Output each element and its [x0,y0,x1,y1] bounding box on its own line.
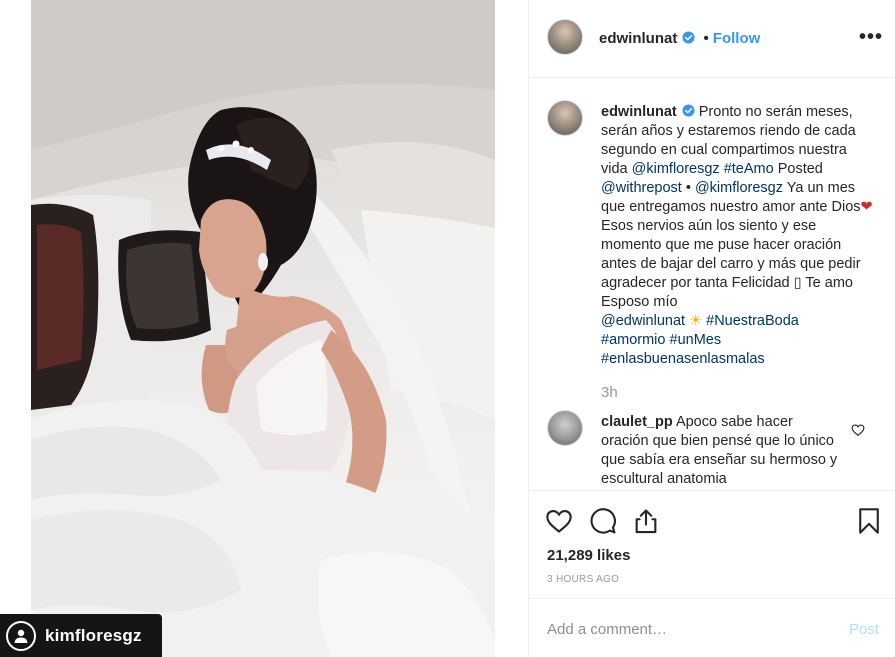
hashtag-teamo[interactable]: #teAmo [724,161,774,177]
author-avatar[interactable] [547,19,583,55]
likes-count[interactable]: 21,289 likes [547,547,630,564]
comment-item: claulet_pp Apoco sabe hacer oración que … [601,413,841,489]
hashtag-amormio[interactable]: #amormio [601,332,665,348]
commenter-username[interactable]: claulet_pp [601,414,673,430]
hashtag-unmes[interactable]: #unMes [670,332,722,348]
post-time-ago[interactable]: 3 HOURS AGO [547,574,619,585]
share-icon[interactable] [632,507,660,535]
comment-icon[interactable] [589,507,617,535]
user-icon [6,620,36,651]
caption-author-avatar[interactable] [547,100,583,136]
repost-credit-badge[interactable]: kimfloresgz [0,614,162,657]
verified-badge-icon [682,104,695,117]
add-comment-input[interactable] [547,619,817,639]
post-media-column: kimfloresgz [0,0,528,657]
post-photo[interactable] [31,0,495,657]
add-comment-bar: Post [529,598,895,657]
unknown-emoji-icon: ▯ [793,275,802,291]
caption-timestamp[interactable]: 3h [601,384,618,401]
verified-badge-icon [682,31,695,44]
mention-edwinlunat[interactable]: @edwinlunat [601,313,685,329]
commenter-avatar[interactable] [547,410,583,446]
comments-section: edwinlunat Pronto no serán meses, serán … [529,78,895,490]
hashtag-enlasbuenasenlasmalas[interactable]: #enlasbuenasenlasmalas [601,351,765,367]
more-options-button[interactable]: ••• [859,26,883,49]
post-side-panel: edwinlunat • Follow ••• edwinlunat Pronto… [528,0,895,657]
author-username-row: edwinlunat • Follow [599,30,760,47]
caption-text-3: • [681,180,695,196]
comment-like-heart-icon[interactable] [851,423,865,437]
heart-emoji-icon: ❤ [860,199,873,215]
post-actions: 21,289 likes 3 HOURS AGO [529,490,895,598]
wedding-photo-illustration [31,0,495,657]
post-caption: edwinlunat Pronto no serán meses, serán … [601,103,876,369]
follow-button[interactable]: Follow [713,30,761,47]
hashtag-nuestraboda[interactable]: #NuestraBoda [706,313,799,329]
header-separator: • [703,30,709,47]
repost-username: kimfloresgz [45,625,142,645]
caption-author-username[interactable]: edwinlunat [601,104,677,120]
author-username[interactable]: edwinlunat [599,30,677,47]
caption-text-2: Posted [773,161,823,177]
post-header: edwinlunat • Follow ••• [529,0,895,78]
heart-icon[interactable] [545,507,573,535]
mention-kimfloresgz[interactable]: @kimfloresgz [632,161,720,177]
post-comment-button[interactable]: Post [849,621,879,638]
bookmark-icon[interactable] [855,507,883,535]
mention-withrepost[interactable]: @withrepost [601,180,682,196]
sun-emoji-icon: ☀ [689,313,703,329]
mention-kimfloresgz-2[interactable]: @kimfloresgz [695,180,783,196]
